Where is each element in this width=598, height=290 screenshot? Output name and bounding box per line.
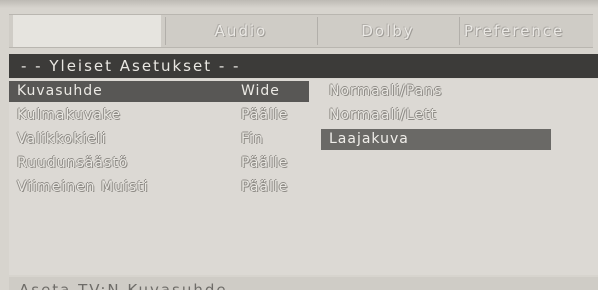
setting-row-aspect-ratio[interactable]: Kuvasuhde Wide — [9, 81, 309, 102]
option-label: Normaali/Lett — [329, 107, 437, 123]
setting-value: Wide — [241, 83, 280, 99]
setting-row-screen-saver[interactable]: Ruudunsäästö Päälle — [9, 153, 309, 174]
tab-audio-label: Audio — [214, 22, 268, 40]
tab-general[interactable] — [13, 15, 161, 47]
setting-row-last-memory[interactable]: Viimeinen Muisti Päälle — [9, 177, 309, 198]
tab-preference[interactable]: Preference — [460, 15, 593, 47]
help-bar: Aseta TV:N Kuvasuhde — [9, 277, 598, 290]
tab-preference-label: Preference — [464, 22, 565, 40]
tab-bar: Audio Dolby Preference — [9, 14, 593, 48]
setting-row-angle-mark[interactable]: Kulmakuvake Päälle — [9, 105, 309, 126]
tab-dolby[interactable]: Dolby — [318, 15, 458, 47]
option-normal-pan-scan[interactable]: Normaali/Pans — [321, 81, 551, 102]
option-normal-letterbox[interactable]: Normaali/Lett — [321, 105, 551, 126]
option-label: Normaali/Pans — [329, 83, 443, 99]
setting-label: Kulmakuvake — [17, 107, 122, 123]
section-header: - - Yleiset Asetukset - - — [9, 54, 598, 78]
option-label: Laajakuva — [329, 131, 409, 147]
setting-label: Kuvasuhde — [17, 83, 103, 99]
option-widescreen[interactable]: Laajakuva — [321, 129, 551, 150]
setting-label: Valikkokieli — [17, 131, 107, 147]
setting-value: Päälle — [241, 107, 289, 123]
section-title: - - Yleiset Asetukset - - — [21, 57, 241, 75]
setting-label: Viimeinen Muisti — [17, 179, 149, 195]
tab-dolby-label: Dolby — [361, 22, 415, 40]
help-text: Aseta TV:N Kuvasuhde — [19, 281, 228, 290]
tab-audio[interactable]: Audio — [166, 15, 316, 47]
screen-top-shadow — [0, 0, 598, 8]
setting-label: Ruudunsäästö — [17, 155, 129, 171]
setting-value: Päälle — [241, 155, 289, 171]
setting-value: Fin — [241, 131, 264, 147]
setting-value: Päälle — [241, 179, 289, 195]
setting-row-menu-language[interactable]: Valikkokieli Fin — [9, 129, 309, 150]
settings-panel: Kuvasuhde Wide Kulmakuvake Päälle Valikk… — [9, 79, 598, 275]
